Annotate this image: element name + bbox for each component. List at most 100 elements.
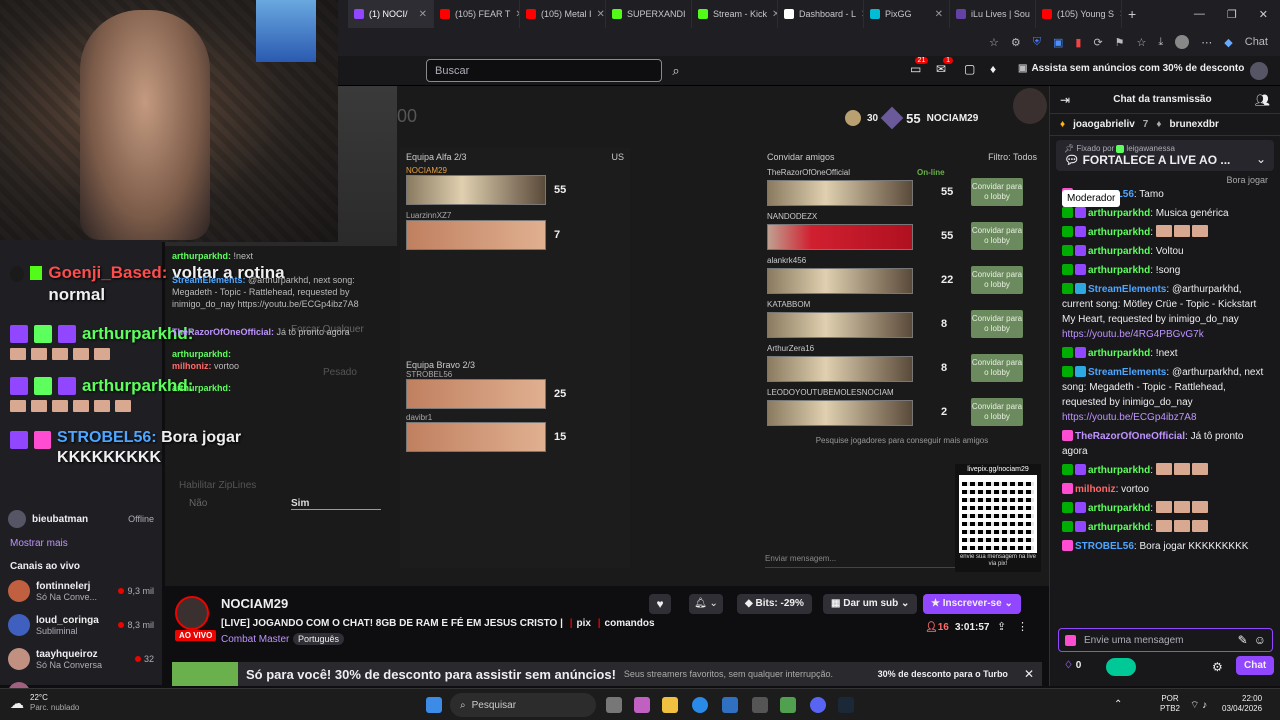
chat-username[interactable]: STROBEL56 xyxy=(1075,541,1134,552)
gifter-name[interactable]: brunexdbr xyxy=(1169,119,1218,130)
extension-icon[interactable]: ▣ xyxy=(1053,36,1063,49)
no-option[interactable]: Não xyxy=(189,498,207,509)
taskbar-search[interactable]: ⌕ Pesquisar xyxy=(450,693,596,717)
more-options-icon[interactable]: ⋮ xyxy=(1017,620,1028,633)
promo-button[interactable]: 30% de desconto para o Turbo xyxy=(878,669,1008,679)
chat-username[interactable]: milhoniz xyxy=(1075,484,1116,495)
gift-sub-button[interactable]: ▦ Dar um sub ⌄ xyxy=(823,594,918,614)
chat-username[interactable]: arthurparkhd xyxy=(1088,522,1150,533)
chat-settings-icon[interactable]: ⚙ xyxy=(1212,660,1223,674)
chat-username[interactable]: arthurparkhd xyxy=(1088,465,1150,476)
show-more-link[interactable]: Mostrar mais xyxy=(0,536,162,551)
close-banner-icon[interactable]: ✕ xyxy=(1016,667,1042,681)
channel-avatar[interactable] xyxy=(175,596,209,630)
invite-to-lobby-button[interactable]: Convidar para o lobby xyxy=(971,354,1023,382)
invite-to-lobby-button[interactable]: Convidar para o lobby xyxy=(971,398,1023,426)
browser-tab[interactable]: (1) NOCI/ ✕ xyxy=(348,0,434,28)
share-icon[interactable]: ⇪ xyxy=(997,620,1006,633)
turbo-promo-link[interactable]: ▣ Assista sem anúncios com 30% de descont… xyxy=(1018,63,1244,74)
bits-icon[interactable]: ✎ xyxy=(1238,633,1248,647)
notification-bell-icon[interactable]: 🔔︎ ⌄ xyxy=(689,594,723,614)
close-tab-icon[interactable]: ✕ xyxy=(419,9,427,20)
chat-message[interactable]: StreamElements: @arthurparkhd, current s… xyxy=(1050,280,1280,344)
extension-icon[interactable]: ⚙ xyxy=(1011,36,1021,49)
minimize-icon[interactable]: — xyxy=(1194,8,1205,21)
follow-heart-icon[interactable]: ♥ xyxy=(649,594,671,614)
pinned-message[interactable]: 📌︎ Fixado por leigawanessa 💬︎ FORTALECE … xyxy=(1056,140,1274,171)
notifications-icon[interactable]: ▭ 21 xyxy=(910,57,929,76)
chat-message[interactable]: milhoniz: vortoo xyxy=(1050,480,1280,499)
chat-message[interactable]: arthurparkhd: xyxy=(1050,499,1280,518)
close-tab-icon[interactable]: ✕ xyxy=(1119,9,1121,20)
weather-widget[interactable]: ☁ 22°C Parc. nublado xyxy=(10,693,79,713)
network-icon[interactable]: ⌔ ♪ xyxy=(1190,699,1207,712)
chat-users-icon[interactable]: 👥︎ xyxy=(1255,93,1270,107)
copilot-app-icon[interactable] xyxy=(634,697,650,713)
invite-to-lobby-button[interactable]: Convidar para o lobby xyxy=(971,222,1023,250)
close-tab-icon[interactable]: ✕ xyxy=(935,9,943,20)
chat-link[interactable]: https://youtu.be/4RG4PBGvG7k xyxy=(1062,329,1204,340)
browser-tab[interactable]: (105) FEAR T✕ xyxy=(434,0,520,28)
favorites-icon[interactable]: ☆ xyxy=(1137,36,1147,49)
invite-to-lobby-button[interactable]: Convidar para o lobby xyxy=(971,178,1023,206)
whisper-icon[interactable]: ▢ xyxy=(964,62,975,76)
chat-message[interactable]: StreamElements: @arthurparkhd, next song… xyxy=(1050,363,1280,427)
app-icon[interactable] xyxy=(752,697,768,713)
download-icon[interactable]: ⤓ xyxy=(1158,36,1163,49)
chat-input[interactable]: Envie uma mensagem ✎ ☺ xyxy=(1058,628,1273,652)
chat-message[interactable]: arthurparkhd: xyxy=(1050,518,1280,537)
maximize-icon[interactable]: ❐ xyxy=(1227,8,1237,21)
tray-chevron-icon[interactable]: ⌃ xyxy=(1114,699,1122,710)
yes-option[interactable]: Sim xyxy=(291,498,381,510)
chat-message[interactable]: STROBEL56: Bora jogar KKKKKKKKK xyxy=(1050,537,1280,556)
chat-label[interactable]: Chat xyxy=(1245,36,1268,48)
sidebar-live-channel[interactable]: loud_coringa Subliminal 8,3 mil xyxy=(0,608,162,642)
browser-tab[interactable]: (105) Young S ✕ xyxy=(1036,0,1122,28)
search-input[interactable]: Buscar xyxy=(426,59,662,82)
collapse-chat-icon[interactable]: ⇥ xyxy=(1060,93,1070,107)
chat-message[interactable]: arthurparkhd: xyxy=(1050,461,1280,480)
file-explorer-icon[interactable] xyxy=(662,697,678,713)
language-indicator[interactable]: POR PTB2 xyxy=(1160,694,1180,714)
channel-points[interactable]: ♢ 0 xyxy=(1064,660,1081,671)
sidebar-live-channel[interactable]: fontinnelerj Só Na Conve... 9,3 mil xyxy=(0,574,162,608)
copilot-icon[interactable]: ◆ xyxy=(1224,36,1232,49)
extension-icon[interactable]: ⚑ xyxy=(1115,36,1125,49)
profile-avatar[interactable] xyxy=(1175,35,1190,49)
browser-tab[interactable]: Dashboard - L✕ xyxy=(778,0,864,28)
chat-message[interactable]: arthurparkhd: !song xyxy=(1050,261,1280,280)
chat-message[interactable]: TheRazorOfOneOfficial: Já tô pronto agor… xyxy=(1050,427,1280,461)
browser-tab[interactable]: PixGG ✕ xyxy=(864,0,950,28)
bits-button[interactable]: ◆ Bits: -29% xyxy=(737,594,812,614)
discord-icon[interactable] xyxy=(810,697,826,713)
chat-username[interactable]: StreamElements xyxy=(1088,284,1166,295)
chat-username[interactable]: StreamElements xyxy=(1088,367,1166,378)
chat-username[interactable]: arthurparkhd xyxy=(1088,246,1150,257)
browser-tab[interactable]: (105) Metal I ✕ xyxy=(520,0,606,28)
sidebar-live-channel[interactable]: taayhqueiroz Só Na Conversa 32 xyxy=(0,642,162,676)
edge-icon[interactable] xyxy=(692,697,708,713)
chat-message[interactable]: arthurparkhd: !next xyxy=(1050,344,1280,363)
clock[interactable]: 22:00 03/04/2026 xyxy=(1222,694,1262,714)
browser-tab[interactable]: iLu Lives | Sou✕ xyxy=(950,0,1036,28)
search-icon[interactable]: ⌕ xyxy=(664,59,688,82)
chat-message[interactable]: arthurparkhd: xyxy=(1050,223,1280,242)
steam-icon[interactable] xyxy=(838,697,854,713)
channel-name[interactable]: NOCIAM29 xyxy=(221,596,288,611)
gifter-name[interactable]: joaogabrieliv xyxy=(1073,119,1135,130)
new-tab-icon[interactable]: + xyxy=(1128,6,1136,22)
sidebar-channel-offline[interactable]: bieubatman Offline xyxy=(0,502,162,536)
invite-to-lobby-button[interactable]: Convidar para o lobby xyxy=(971,266,1023,294)
menu-icon[interactable]: ⋯ xyxy=(1201,36,1212,49)
store-icon[interactable] xyxy=(722,697,738,713)
chat-username[interactable]: arthurparkhd xyxy=(1088,503,1150,514)
extension-icon[interactable]: ⟳ xyxy=(1093,36,1102,49)
browser-tab[interactable]: SUPERXANDI✕ xyxy=(606,0,692,28)
language-tag[interactable]: Português xyxy=(293,633,345,645)
chat-username[interactable]: arthurparkhd xyxy=(1088,208,1150,219)
chat-username[interactable]: arthurparkhd xyxy=(1088,227,1150,238)
expand-pinned-icon[interactable]: ⌄ xyxy=(1256,152,1266,166)
game-link[interactable]: Combat Master xyxy=(221,634,289,645)
emote-picker-icon[interactable]: ☺ xyxy=(1254,633,1266,647)
game-message-input[interactable]: Enviar mensagem... xyxy=(765,554,955,568)
